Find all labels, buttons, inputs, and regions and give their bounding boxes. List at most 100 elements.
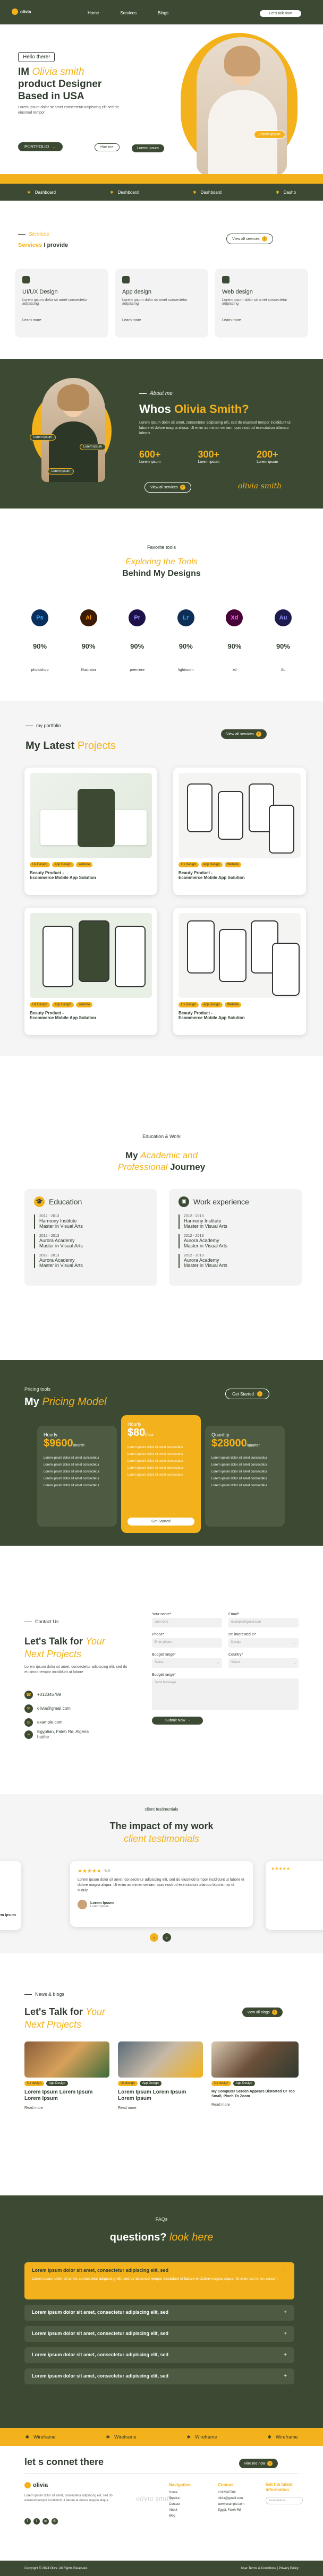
message-field[interactable]: Send Message (152, 1678, 299, 1710)
service-card[interactable]: Web design Lorem ipsum dolor sit amet co… (215, 269, 308, 338)
web-text: example.com (37, 1720, 63, 1725)
nav-item-home[interactable]: Home (88, 11, 99, 15)
faq-item[interactable]: Lorem ipsum dolor sit amet, consectetur … (24, 2368, 294, 2384)
read-more-link[interactable]: Read more (211, 2103, 299, 2107)
view-all-blogs-button[interactable]: view all blogs › (242, 2008, 283, 2017)
blog-card[interactable]: Ux design App Design Lorem Ipsum Lorem Ip… (118, 2041, 203, 2126)
blog-card[interactable]: Ux design App Design Lorem Ipsum Lorem Ip… (24, 2041, 109, 2126)
project-title: Beauty Product - (30, 871, 64, 875)
button-label: View all services (150, 485, 178, 489)
footer-logo[interactable]: olivia (24, 2482, 48, 2488)
pricing-card[interactable]: Quantity $28000/quarter Lorem ipsum dolo… (205, 1426, 285, 1527)
project-subtitle: Ecommerce Mobile App Solution (30, 1015, 96, 1020)
portfolio-card[interactable]: Ux Design App Design Website Beauty Prod… (173, 908, 306, 1035)
instagram-icon[interactable]: ◎ (52, 2518, 58, 2525)
next-arrow-icon[interactable]: › (163, 1933, 171, 1942)
blog-card[interactable]: Ux design App Design My Computer Screen A… (211, 2041, 299, 2126)
facebook-icon[interactable]: f (24, 2518, 31, 2525)
service-card[interactable]: UI/UX Design Lorem ipsum dolor sit amet … (15, 269, 108, 338)
read-more-link[interactable]: Read more (24, 2106, 109, 2110)
tag-row: Ux Design App Design Website (178, 1002, 301, 1007)
footer-link[interactable]: Contact (169, 2502, 191, 2508)
contact-web[interactable]: ◎ example.com (24, 1716, 96, 1729)
lets-talk-button[interactable]: Let's talk now (259, 10, 302, 18)
hero-floating-button[interactable]: Lorem Ipsum (132, 144, 164, 152)
submit-button[interactable]: Submit Now › (152, 1717, 203, 1725)
name-field[interactable]: John Doe (152, 1618, 222, 1627)
arrow-right-icon: › (180, 485, 185, 490)
footer-link[interactable]: About (169, 2508, 191, 2513)
ticker-label: Dashboard (117, 189, 139, 195)
portfolio-card[interactable]: Ux Design App Design Website Beauty Prod… (173, 768, 306, 895)
read-more-link[interactable]: Read more (118, 2106, 203, 2110)
footer-hire-button[interactable]: Hire me now › (239, 2459, 278, 2468)
portfolio-card[interactable]: Ux Design App Design Website Beauty Prod… (24, 908, 157, 1035)
hero-badge: Lorem Ipsum (254, 131, 285, 139)
hire-me-button[interactable]: Hire me (95, 143, 120, 151)
location-pin-icon: ⌖ (24, 1730, 33, 1739)
button-label: View all services (226, 732, 254, 736)
linkedin-icon[interactable]: in (42, 2518, 49, 2525)
ticker-label: Dashboard (200, 189, 222, 195)
service-card[interactable]: App design Lorem ipsum dolor sit amet co… (115, 269, 208, 338)
pricing-card-featured[interactable]: Hourly $80/hour Lorem ipsum dolor sit am… (121, 1415, 201, 1533)
twitter-icon[interactable]: t (33, 2518, 40, 2525)
faq-item[interactable]: Lorem ipsum dolor sit amet, consectetur … (24, 2305, 294, 2321)
pricing-kicker: Pricing tools (24, 1386, 51, 1392)
nav-item-blogs[interactable]: Blogs (158, 11, 168, 15)
star-icon: ✱ (193, 189, 197, 195)
tool-name: photoshop (31, 668, 49, 672)
tag-row: Ux design App Design (211, 2081, 299, 2086)
plan-unit: /hour (145, 1433, 154, 1437)
signature: olivia smith (238, 482, 282, 490)
feature-item: Lorem ipsum dolor sit amet consectetur (211, 1477, 268, 1480)
newsletter-email-input[interactable]: Email address (266, 2497, 303, 2504)
plan-price-row: $80/hour (128, 1427, 194, 1439)
legal-links[interactable]: User Terms & Conditions | Privacy Policy (241, 2567, 299, 2570)
contact-email[interactable]: ✉ olivia@gmail.com (24, 1702, 96, 1716)
faq-item-open[interactable]: Lorem ipsum dolor sit amet, consectetur … (24, 2262, 294, 2299)
budget-select[interactable]: Select ⌄ (152, 1658, 222, 1668)
phone-field[interactable]: Enter phone (152, 1638, 222, 1648)
about-portrait (41, 378, 105, 482)
select-value: Select (155, 1661, 164, 1664)
arrow-right-icon: › (267, 2461, 273, 2466)
footer-link[interactable]: Blog (169, 2513, 191, 2519)
learn-more-link[interactable]: Learn more (122, 318, 201, 322)
portfolio-card[interactable]: Ux Design App Design Website Beauty Prod… (24, 768, 157, 895)
footer-cta-heading: let s connet there (24, 2457, 104, 2467)
hero-greeting-badge: Hello there! (18, 52, 55, 62)
mock-phone (218, 791, 243, 840)
tag: Website (75, 1002, 93, 1007)
tag-row: Ux design App Design (24, 2081, 109, 2086)
plan-unit: /month (73, 1444, 85, 1448)
logo[interactable]: olivia (12, 8, 31, 15)
footer-link[interactable]: Service (169, 2496, 191, 2502)
email-field[interactable]: example@gmail.com (228, 1618, 299, 1627)
prev-arrow-icon[interactable]: ‹ (150, 1933, 158, 1942)
contact-phone[interactable]: ☎ +012345789 (24, 1688, 96, 1702)
faq-item[interactable]: Lorem ipsum dolor sit amet, consectetur … (24, 2326, 294, 2342)
country-select[interactable]: Select ⌄ (228, 1658, 299, 1668)
about-title: Whos Olivia Smith? (139, 402, 249, 416)
about-view-all-button[interactable]: View all services › (144, 482, 191, 493)
nav-item-services[interactable]: Services (120, 11, 137, 15)
stat: 300+ Lorem ipsum (198, 449, 220, 464)
title-accent: look here (169, 2232, 214, 2243)
learn-more-link[interactable]: Learn more (222, 318, 301, 322)
faq-item[interactable]: Lorem ipsum dolor sit amet, consectetur … (24, 2347, 294, 2363)
plan-button[interactable]: Get Started (128, 1518, 194, 1526)
plan-price-row: $28000/quarter (211, 1437, 278, 1450)
interest-select[interactable]: Design ⌄ (228, 1638, 299, 1648)
star-icon: ✱ (25, 2434, 30, 2440)
learn-more-link[interactable]: Learn more (22, 318, 101, 322)
ticker-label: Wireframe (195, 2434, 217, 2440)
pricing-card[interactable]: Hourly $9600/month Lorem ipsum dolor sit… (37, 1426, 117, 1527)
portfolio-view-all-button[interactable]: View all services › (221, 729, 267, 739)
pricing-get-started-button[interactable]: Get Started › (225, 1389, 269, 1399)
portfolio-button[interactable]: PORTFOLIO → (18, 142, 63, 151)
years: 2012 - 2013 (39, 1214, 60, 1218)
footer-link[interactable]: Home (169, 2490, 191, 2496)
role: Master in Visual Arts (184, 1263, 227, 1268)
view-all-services-button[interactable]: View all services › (226, 234, 273, 244)
